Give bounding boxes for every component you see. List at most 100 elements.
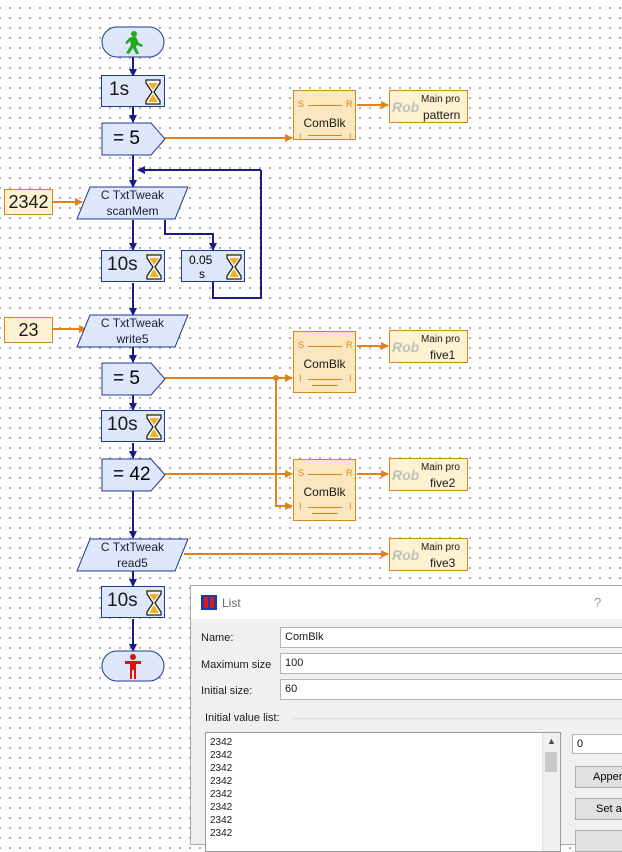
initial-size-label: Initial size: (201, 685, 253, 697)
max-size-label: Maximum size (201, 659, 272, 671)
constant-value: 2342 (8, 191, 49, 212)
comblk-title: ComBlk (303, 357, 346, 371)
comblk-title: ComBlk (303, 485, 346, 499)
list-item[interactable]: 2342 (210, 775, 232, 788)
value-input[interactable]: 0 (572, 734, 622, 754)
constant-input-23[interactable]: 23 (4, 317, 53, 343)
list-item[interactable]: 2342 (210, 762, 232, 775)
constant-value: 23 (18, 319, 39, 340)
max-size-field[interactable]: 100 (280, 653, 622, 674)
rob-main-label: Main pro (421, 462, 460, 473)
group-separator (293, 718, 622, 719)
wait-label: 10s (107, 254, 138, 275)
pin-i-label: I (349, 501, 352, 511)
append-button[interactable]: Append (575, 766, 622, 788)
constant-input-2342[interactable]: 2342 (4, 189, 53, 215)
name-label: Name: (201, 632, 234, 644)
txttweak-line2: write5 (116, 332, 149, 346)
rob-main-label: Main pro (421, 94, 460, 105)
txttweak-line1: C TxtTweak (100, 540, 165, 554)
next-button-partial[interactable] (575, 830, 622, 852)
app-icon (201, 595, 217, 610)
rob-block-five1[interactable]: Rob Main pro five1 (389, 330, 468, 363)
rob-logo: Rob (392, 467, 420, 483)
hourglass-icon (146, 590, 162, 616)
wait-block-10s-2[interactable]: 10s (101, 410, 165, 442)
compare-block-3[interactable]: = 42 (101, 458, 166, 492)
rob-block-five3[interactable]: Rob Main pro five3 (389, 538, 468, 571)
rob-block-five2[interactable]: Rob Main pro five2 (389, 458, 468, 491)
scroll-thumb[interactable] (545, 752, 557, 772)
comblk-block-1[interactable]: S R I I ComBlk (293, 90, 356, 142)
initial-value-list-label: Initial value list: (205, 712, 280, 724)
name-field[interactable]: ComBlk (280, 627, 622, 648)
pin-i-label: I (349, 132, 352, 142)
pin-r-label: R (346, 340, 353, 350)
hourglass-icon (146, 254, 162, 280)
wait-block-1s[interactable]: 1s (101, 75, 165, 107)
pin-i-label: I (349, 373, 352, 383)
compare-label: = 42 (113, 464, 151, 485)
rob-block-pattern[interactable]: Rob Main pro pattern (389, 90, 468, 123)
list-scrollbar[interactable]: ▲ (542, 733, 560, 851)
rob-name: pattern (423, 108, 461, 122)
compare-label: = 5 (113, 128, 140, 149)
wait-label: 1s (109, 79, 130, 100)
txttweak-line2: scanMem (106, 204, 159, 218)
list-item[interactable]: 2342 (210, 749, 232, 762)
txttweak-scanmem-block[interactable]: C TxtTweak scanMem (76, 186, 189, 220)
pin-s-label: S (298, 99, 305, 109)
initial-value-list[interactable]: 2342 2342 2342 2342 2342 2342 2342 2342 … (205, 732, 561, 852)
value-rows: 2342 2342 2342 2342 2342 2342 2342 2342 (210, 736, 232, 840)
wait-label: 10s (107, 414, 138, 435)
txttweak-write5-block[interactable]: C TxtTweak write5 (76, 314, 189, 348)
txttweak-line2: read5 (117, 556, 148, 570)
wait-label: 10s (107, 590, 138, 611)
wait-block-10s-1[interactable]: 10s (101, 250, 165, 282)
wait-small-line1: 0.05 (189, 253, 213, 267)
comblk-title: ComBlk (303, 116, 346, 130)
wait-block-10s-3[interactable]: 10s (101, 586, 165, 618)
pin-i-label: I (299, 501, 302, 511)
rob-logo: Rob (392, 547, 420, 563)
pin-s-label: S (298, 468, 305, 478)
wire-junction (273, 375, 279, 381)
hourglass-icon (145, 79, 161, 105)
list-dialog: List ? Name: ComBlk Maximum size 100 Ini… (190, 585, 622, 852)
comblk-block-2[interactable]: S R I I ComBlk (293, 331, 356, 393)
wait-small-line2: s (199, 267, 205, 281)
pin-i-label: I (299, 373, 302, 383)
rob-name: five3 (430, 556, 456, 570)
dialog-title: List (222, 596, 241, 610)
rob-main-label: Main pro (421, 542, 460, 553)
rob-logo: Rob (392, 99, 420, 115)
pin-r-label: R (346, 468, 353, 478)
pin-s-label: S (298, 340, 305, 350)
pin-i-label: I (299, 132, 302, 142)
rob-name: five2 (430, 476, 456, 490)
list-item[interactable]: 2342 (210, 736, 232, 749)
compare-block-2[interactable]: = 5 (101, 362, 166, 396)
txttweak-read5-block[interactable]: C TxtTweak read5 (76, 538, 189, 572)
compare-block-1[interactable]: = 5 (101, 122, 166, 156)
end-block[interactable] (101, 650, 165, 682)
txttweak-line1: C TxtTweak (100, 188, 165, 202)
pin-r-label: R (346, 99, 353, 109)
compare-label: = 5 (113, 368, 140, 389)
txttweak-line1: C TxtTweak (100, 316, 165, 330)
hourglass-icon (146, 414, 162, 440)
dialog-titlebar[interactable]: List ? (191, 586, 622, 619)
rob-name: five1 (430, 348, 456, 362)
rob-main-label: Main pro (421, 334, 460, 345)
list-item[interactable]: 2342 (210, 788, 232, 801)
list-item[interactable]: 2342 (210, 801, 232, 814)
wait-block-0.05s[interactable]: 0.05 s (181, 250, 245, 282)
rob-logo: Rob (392, 339, 420, 355)
comblk-block-3[interactable]: S R I I ComBlk (293, 459, 356, 521)
start-block[interactable] (101, 26, 165, 58)
help-icon[interactable]: ? (594, 595, 601, 610)
initial-size-field[interactable]: 60 (280, 679, 622, 700)
list-item[interactable]: 2342 (210, 814, 232, 827)
set-all-button[interactable]: Set all (575, 798, 622, 820)
scroll-up-icon[interactable]: ▲ (547, 736, 556, 746)
